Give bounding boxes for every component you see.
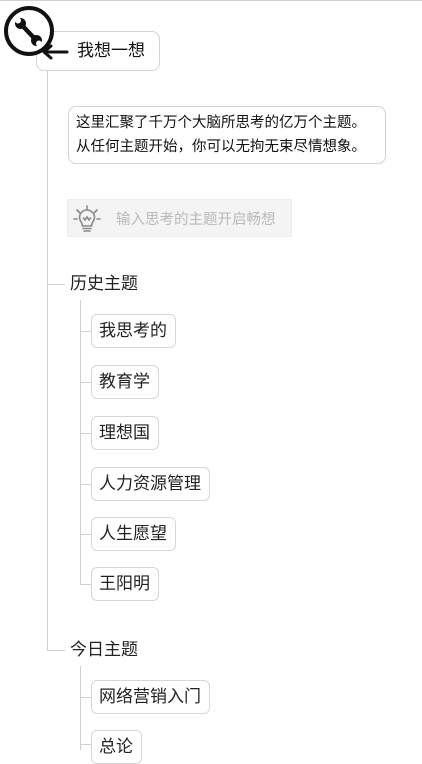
tool-button[interactable] xyxy=(4,6,54,56)
lightbulb-icon xyxy=(73,205,101,232)
history-topic-item[interactable]: 理想国 xyxy=(91,416,159,450)
tree-line-history xyxy=(80,300,81,585)
today-topic-item[interactable]: 网络营销入门 xyxy=(91,680,210,714)
tree-branch-today-item xyxy=(80,744,91,745)
history-topic-item[interactable]: 王阳明 xyxy=(91,567,159,601)
idea-input-placeholder: 输入思考的主题开启畅想 xyxy=(116,212,276,228)
history-topic-item[interactable]: 我思考的 xyxy=(91,314,176,348)
intro-text-box: 这里汇聚了千万个大脑所思考的亿万个主题。 从任何主题开始，你可以无拘无束尽情想象… xyxy=(68,106,386,164)
tree-branch-history-item xyxy=(80,534,91,535)
tree-branch-history-item xyxy=(80,433,91,434)
tree-branch-today-item xyxy=(80,697,91,698)
history-topic-item[interactable]: 人生愿望 xyxy=(91,517,176,551)
today-topic-item[interactable]: 总论 xyxy=(91,730,142,764)
today-heading: 今日主题 xyxy=(70,640,138,660)
tree-branch-history-item xyxy=(80,382,91,383)
tree-branch-history-item xyxy=(80,484,91,485)
tree-line-main xyxy=(47,71,48,651)
intro-line-2: 从任何主题开始，你可以无拘无束尽情想象。 xyxy=(76,139,366,155)
tree-line-today xyxy=(80,666,81,750)
wrench-icon xyxy=(15,17,42,47)
tree-branch-history-item xyxy=(80,584,91,585)
top-divider xyxy=(0,0,422,1)
idea-input[interactable]: 输入思考的主题开启畅想 xyxy=(67,199,292,237)
tree-branch-history xyxy=(47,284,65,285)
history-topic-item[interactable]: 人力资源管理 xyxy=(91,467,210,501)
history-topic-item[interactable]: 教育学 xyxy=(91,365,159,399)
page-title-label: 我想一想 xyxy=(77,41,145,61)
tree-branch-history-item xyxy=(80,331,91,332)
intro-line-1: 这里汇聚了千万个大脑所思考的亿万个主题。 xyxy=(76,115,366,131)
tree-branch-today xyxy=(47,650,65,651)
history-heading: 历史主题 xyxy=(70,274,138,294)
